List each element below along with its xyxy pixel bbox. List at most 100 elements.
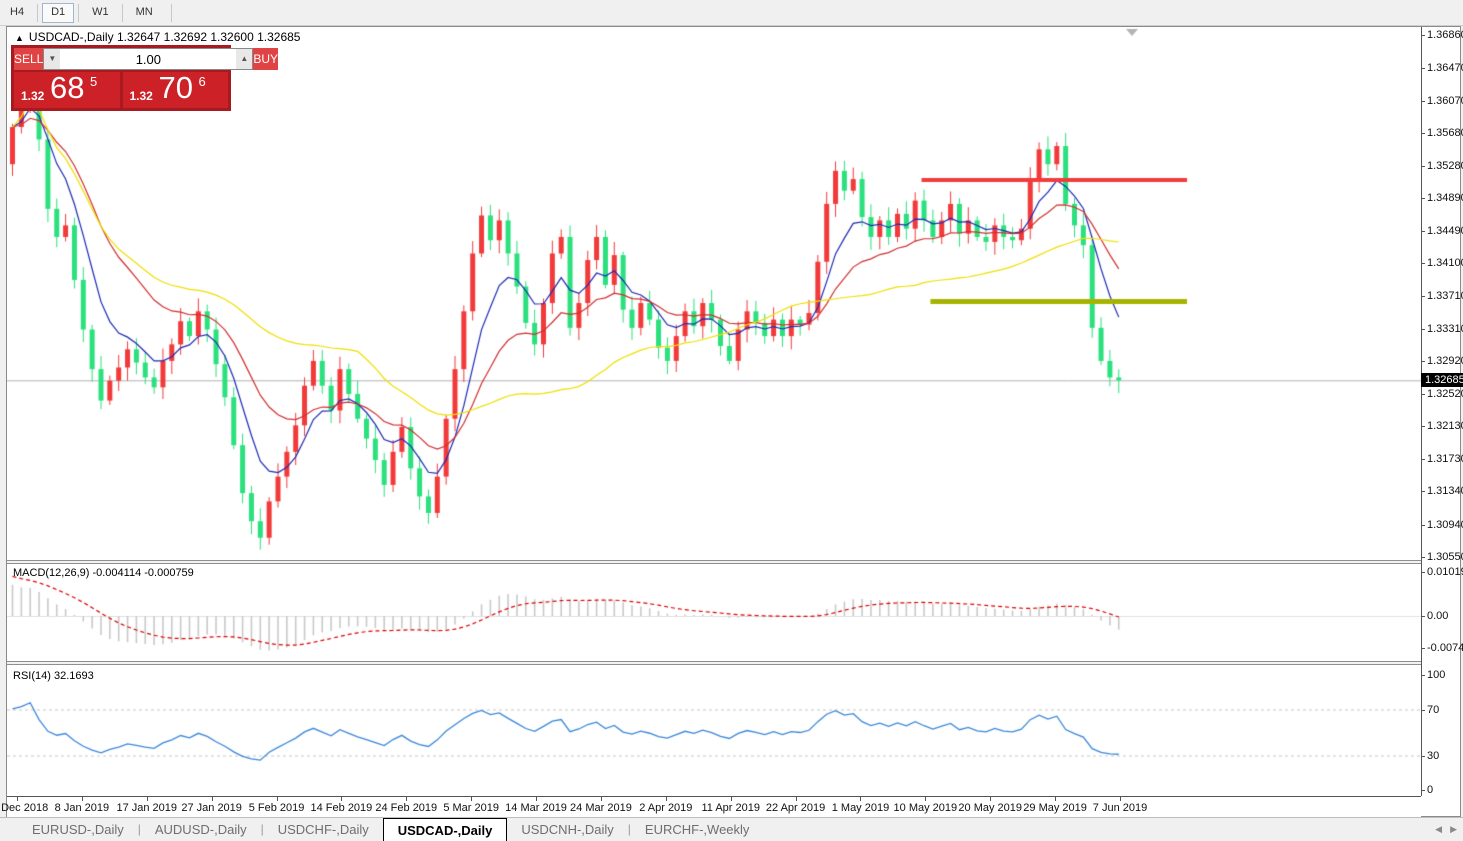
price-axis-label: 1.36470: [1427, 62, 1463, 74]
axis-tick-mark: [1422, 35, 1425, 36]
one-click-trade-widget: SELL ▼ ▲ BUY 1.32 68 5 1.32 70 6: [11, 45, 231, 111]
time-axis-tick: [666, 797, 667, 801]
chart-tab-usdcad-daily[interactable]: USDCAD-,Daily: [383, 818, 508, 841]
axis-tick-mark: [1422, 426, 1425, 427]
axis-tick-mark: [1422, 525, 1425, 526]
axis-tick-mark: [1422, 68, 1425, 69]
price-axis-label: 1.35280: [1427, 160, 1463, 172]
macd-axis-label: 0.00: [1427, 610, 1448, 622]
chart-tab-bar: EURUSD-,Daily|AUDUSD-,Daily|USDCHF-,Dail…: [0, 817, 1463, 841]
time-axis-tick: [147, 797, 148, 801]
chart-tab-usdcnh-daily[interactable]: USDCNH-,Daily: [507, 818, 627, 841]
time-axis-label: 5 Mar 2019: [443, 802, 499, 814]
rsi-axis-label: 0: [1427, 784, 1433, 796]
time-axis-label: 30 Dec 2018: [0, 802, 48, 814]
price-axis-label: 1.30550: [1427, 551, 1463, 563]
volume-input[interactable]: [60, 49, 236, 69]
time-axis[interactable]: 30 Dec 20188 Jan 201917 Jan 201927 Jan 2…: [7, 796, 1421, 818]
time-axis-label: 14 Mar 2019: [505, 802, 567, 814]
timeframe-button-w1[interactable]: W1: [83, 3, 118, 23]
toolbar-divider: [37, 4, 38, 22]
chart-tab-audusd-daily[interactable]: AUDUSD-,Daily: [141, 818, 261, 841]
timeframe-button-d1[interactable]: D1: [42, 3, 74, 23]
time-axis-label: 24 Feb 2019: [375, 802, 437, 814]
timeframe-button-h4[interactable]: H4: [1, 3, 33, 23]
time-axis-label: 14 Feb 2019: [311, 802, 373, 814]
time-axis-tick: [277, 797, 278, 801]
time-axis-label: 1 May 2019: [832, 802, 889, 814]
price-axis-label: 1.34890: [1427, 192, 1463, 204]
buy-price-main: 70: [159, 70, 193, 106]
price-axis-label: 1.36070: [1427, 95, 1463, 107]
rsi-axis-label: 70: [1427, 704, 1439, 716]
timeframe-toolbar: H4 D1 W1 MN: [0, 0, 1463, 26]
chart-tab-eurchf-weekly[interactable]: EURCHF-,Weekly: [631, 818, 764, 841]
price-axis-label: 1.35680: [1427, 127, 1463, 139]
rsi-indicator-canvas[interactable]: [7, 667, 1421, 796]
price-axis-label: 1.31730: [1427, 453, 1463, 465]
axis-tick-mark: [1422, 133, 1425, 134]
time-axis-tick: [82, 797, 83, 801]
chart-window: ▲USDCAD-,Daily 1.32647 1.32692 1.32600 1…: [6, 26, 1461, 817]
volume-increase-arrow-icon[interactable]: ▲: [236, 49, 252, 69]
axis-tick-mark: [1422, 491, 1425, 492]
time-axis-tick: [471, 797, 472, 801]
time-axis-label: 11 Apr 2019: [701, 802, 760, 814]
axis-tick-mark: [1422, 166, 1425, 167]
sell-price-box[interactable]: 1.32 68 5: [14, 72, 120, 108]
time-axis-tick: [860, 797, 861, 801]
sell-price-main: 68: [50, 70, 84, 106]
axis-tick-mark: [1422, 263, 1425, 264]
buy-button[interactable]: BUY: [253, 48, 278, 70]
price-axis[interactable]: 1.368601.364701.360701.356801.352801.348…: [1421, 27, 1460, 796]
sell-price-prefix: 1.32: [21, 89, 44, 103]
axis-tick-mark: [1422, 790, 1425, 791]
sell-button[interactable]: SELL: [14, 48, 43, 70]
buy-price-pip: 6: [199, 74, 206, 89]
time-axis-label: 27 Jan 2019: [181, 802, 242, 814]
time-axis-label: 8 Jan 2019: [55, 802, 109, 814]
axis-tick-mark: [1422, 616, 1425, 617]
tabbar-scroll-right-icon[interactable]: ▶: [1450, 824, 1457, 834]
axis-tick-mark: [1422, 710, 1425, 711]
collapse-triangle-icon[interactable]: ▲: [15, 33, 24, 43]
toolbar-divider: [122, 4, 123, 22]
chart-tab-eurusd-daily[interactable]: EURUSD-,Daily: [18, 818, 138, 841]
sell-price-pip: 5: [90, 74, 97, 89]
axis-tick-mark: [1422, 394, 1425, 395]
time-axis-label: 10 May 2019: [894, 802, 958, 814]
rsi-label: RSI(14) 32.1693: [13, 670, 94, 682]
time-axis-tick: [212, 797, 213, 801]
time-axis-label: 17 Jan 2019: [116, 802, 177, 814]
time-axis-tick: [341, 797, 342, 801]
price-axis-label: 1.33710: [1427, 290, 1463, 302]
time-axis-label: 20 May 2019: [958, 802, 1022, 814]
price-axis-label: 1.32920: [1427, 355, 1463, 367]
axis-tick-mark: [1422, 459, 1425, 460]
timeframe-button-mn[interactable]: MN: [127, 3, 162, 23]
macd-indicator-canvas[interactable]: [7, 564, 1421, 661]
tabbar-scroll-left-icon[interactable]: ◀: [1435, 824, 1442, 834]
time-axis-label: 5 Feb 2019: [249, 802, 305, 814]
time-axis-label: 2 Apr 2019: [639, 802, 692, 814]
axis-tick-mark: [1422, 361, 1425, 362]
axis-tick-mark: [1422, 329, 1425, 330]
price-axis-label: 1.32130: [1427, 420, 1463, 432]
axis-tick-mark: [1422, 296, 1425, 297]
axis-tick-mark: [1422, 675, 1425, 676]
time-axis-tick: [990, 797, 991, 801]
buy-price-box[interactable]: 1.32 70 6: [123, 72, 229, 108]
volume-decrease-arrow-icon[interactable]: ▼: [44, 49, 60, 69]
buy-price-prefix: 1.32: [130, 89, 153, 103]
rsi-axis-label: 100: [1427, 669, 1445, 681]
time-axis-tick: [1055, 797, 1056, 801]
axis-tick-mark: [1422, 231, 1425, 232]
time-axis-tick: [406, 797, 407, 801]
time-axis-label: 7 Jun 2019: [1093, 802, 1147, 814]
chart-tab-usdchf-daily[interactable]: USDCHF-,Daily: [264, 818, 383, 841]
time-axis-tick: [1120, 797, 1121, 801]
chart-symbol-period: USDCAD-,Daily: [29, 30, 114, 44]
pane-splitter[interactable]: [7, 661, 1460, 665]
time-axis-tick: [796, 797, 797, 801]
time-axis-tick: [536, 797, 537, 801]
